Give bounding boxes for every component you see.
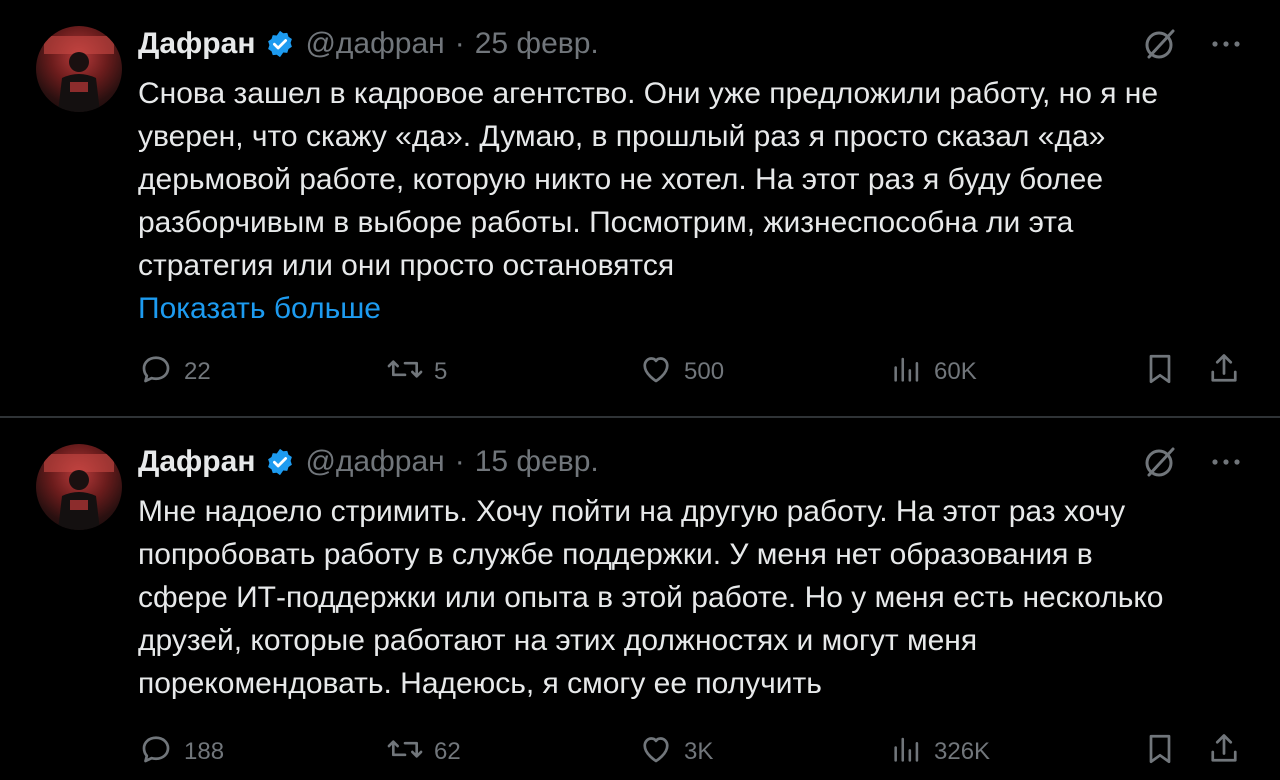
repost-count: 5 xyxy=(434,358,448,385)
tweet[interactable]: Дафран @дафран · 25 февр. Снова зашел в … xyxy=(0,0,1280,416)
repost-icon xyxy=(386,731,424,774)
like-icon xyxy=(638,731,674,774)
tweet-text-line: разборчивым в выборе работы. Посмотрим, … xyxy=(138,206,1074,239)
like-count: 500 xyxy=(684,358,725,385)
repost-count: 62 xyxy=(434,738,461,765)
show-more-link[interactable]: Показать больше xyxy=(138,287,1238,330)
like-button[interactable]: 500 xyxy=(638,350,724,394)
tweet[interactable]: Дафран @дафран · 15 февр. Мне надоело ст… xyxy=(0,418,1280,780)
tweet-date[interactable]: 25 февр. xyxy=(475,27,599,61)
views-icon xyxy=(890,732,924,773)
share-button[interactable] xyxy=(1206,350,1242,394)
repost-button[interactable]: 5 xyxy=(386,350,447,394)
action-bar: 22 5 500 60K xyxy=(138,350,1244,394)
tweet-top-icons xyxy=(1142,26,1244,62)
tweet-top-icons xyxy=(1142,444,1244,480)
tweet-text: Снова зашел в кадровое агентство. Они уж… xyxy=(138,72,1238,330)
tweet-text-line: уверен, что скажу «да». Думаю, в прошлый… xyxy=(138,120,1106,153)
separator-dot: · xyxy=(454,445,465,478)
like-button[interactable]: 3K xyxy=(638,730,713,774)
tweet-text-line: друзей, которые работают на этих должнос… xyxy=(138,624,978,657)
grok-icon[interactable] xyxy=(1142,26,1178,62)
tweet-text-line: стратегия или они просто остановятся xyxy=(138,249,675,282)
like-icon xyxy=(638,351,674,394)
bookmark-icon xyxy=(1142,351,1178,394)
reply-icon xyxy=(138,731,174,774)
more-icon[interactable] xyxy=(1208,444,1244,480)
reply-count: 22 xyxy=(184,358,211,385)
reply-button[interactable]: 22 xyxy=(138,350,211,394)
tweet-text-line: попробовать работу в службе поддержки. У… xyxy=(138,538,1093,571)
reply-icon xyxy=(138,351,174,394)
tweet-header: Дафран @дафран · 15 февр. xyxy=(138,440,599,484)
author-name[interactable]: Дафран xyxy=(138,445,255,479)
share-icon xyxy=(1206,731,1242,774)
views-icon xyxy=(890,352,924,393)
tweet-text-line: порекомендовать. Надеюсь, я смогу ее пол… xyxy=(138,667,822,700)
views-button[interactable]: 326K xyxy=(890,730,990,774)
views-button[interactable]: 60K xyxy=(890,350,977,394)
bookmark-icon xyxy=(1142,731,1178,774)
share-button[interactable] xyxy=(1206,730,1242,774)
author-handle[interactable]: @дафран xyxy=(305,27,444,61)
tweet-date[interactable]: 15 февр. xyxy=(475,445,599,479)
action-bar: 188 62 3K 326K xyxy=(138,730,1244,774)
timeline: Дафран @дафран · 25 февр. Снова зашел в … xyxy=(0,0,1280,780)
tweet-header: Дафран @дафран · 25 февр. xyxy=(138,22,599,66)
tweet-text-line: Снова зашел в кадровое агентство. Они уж… xyxy=(138,77,1159,110)
views-count: 326K xyxy=(934,738,991,765)
bookmark-button[interactable] xyxy=(1142,350,1178,394)
tweet-text-line: дерьмовой работе, которую никто не хотел… xyxy=(138,163,1104,196)
separator-dot: · xyxy=(454,27,465,60)
verified-icon xyxy=(265,447,295,477)
share-icon xyxy=(1206,351,1242,394)
tweet-text-line: сфере ИТ-поддержки или опыта в этой рабо… xyxy=(138,581,1164,614)
author-name[interactable]: Дафран xyxy=(138,27,255,61)
tweet-text: Мне надоело стримить. Хочу пойти на друг… xyxy=(138,490,1238,705)
avatar[interactable] xyxy=(36,26,122,112)
verified-icon xyxy=(265,29,295,59)
reply-count: 188 xyxy=(184,738,225,765)
repost-icon xyxy=(386,351,424,394)
more-icon[interactable] xyxy=(1208,26,1244,62)
bookmark-button[interactable] xyxy=(1142,730,1178,774)
like-count: 3K xyxy=(684,738,714,765)
reply-button[interactable]: 188 xyxy=(138,730,224,774)
author-handle[interactable]: @дафран xyxy=(305,445,444,479)
views-count: 60K xyxy=(934,358,977,385)
avatar[interactable] xyxy=(36,444,122,530)
tweet-text-line: Мне надоело стримить. Хочу пойти на друг… xyxy=(138,495,1126,528)
grok-icon[interactable] xyxy=(1142,444,1178,480)
repost-button[interactable]: 62 xyxy=(386,730,461,774)
